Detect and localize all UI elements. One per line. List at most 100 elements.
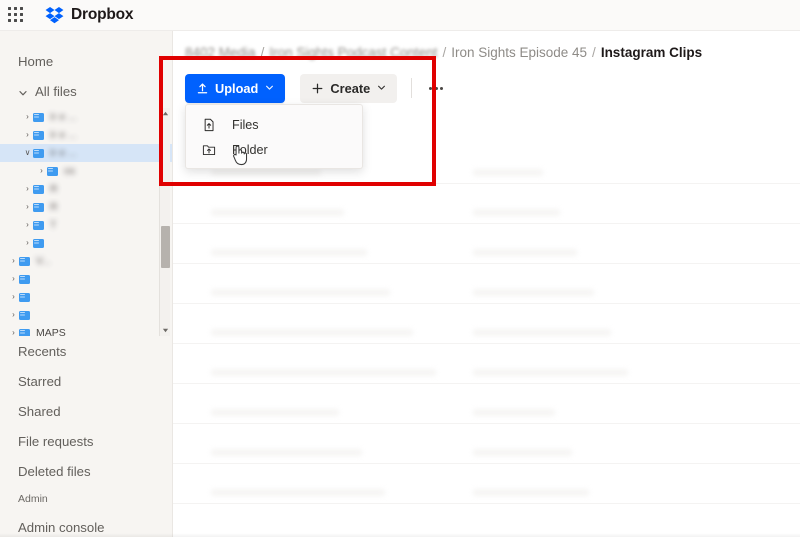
chevron-right-icon[interactable]: › xyxy=(8,275,19,283)
more-options-button[interactable] xyxy=(422,74,450,102)
tree-item-label: os xyxy=(64,165,76,177)
tree-item-label: Ir e ... xyxy=(50,129,77,141)
tree-item[interactable]: › T xyxy=(0,216,172,234)
chevron-right-icon[interactable]: › xyxy=(22,203,33,211)
plus-icon xyxy=(311,82,324,95)
chevron-right-icon[interactable]: › xyxy=(8,311,19,319)
scrollbar-thumb[interactable] xyxy=(161,226,170,268)
file-row-divider xyxy=(173,263,800,264)
sidebar-section-label-admin: Admin xyxy=(18,493,48,505)
tree-item[interactable]: › xyxy=(0,270,172,288)
folder-icon xyxy=(33,202,44,212)
chevron-right-icon[interactable]: › xyxy=(8,293,19,301)
chevron-right-icon[interactable]: › xyxy=(8,329,19,337)
sidebar-item-all-files[interactable]: All files xyxy=(0,76,172,106)
breadcrumb-separator: / xyxy=(442,45,447,60)
upload-arrow-icon xyxy=(196,82,209,95)
dropbox-logo-icon xyxy=(45,6,64,24)
folder-icon xyxy=(33,112,44,122)
folder-icon xyxy=(47,166,58,176)
upload-menu-item-files[interactable]: Files xyxy=(186,112,362,137)
chevron-right-icon[interactable]: › xyxy=(22,185,33,193)
file-name-placeholder xyxy=(211,209,344,216)
tree-item[interactable]: › xyxy=(0,234,172,252)
tree-scrollbar[interactable] xyxy=(159,108,170,336)
file-row-divider xyxy=(173,463,800,464)
chevron-right-icon[interactable]: › xyxy=(22,131,33,139)
ellipsis-icon xyxy=(429,86,444,90)
sidebar-item-file-requests[interactable]: File requests xyxy=(0,426,172,456)
tree-item[interactable]: › R xyxy=(0,180,172,198)
chevron-right-icon[interactable]: › xyxy=(22,239,33,247)
chevron-right-icon[interactable]: › xyxy=(22,221,33,229)
chevron-right-icon[interactable]: › xyxy=(8,257,19,265)
tree-item-label: R xyxy=(50,201,58,213)
folder-icon xyxy=(19,328,30,336)
chevron-down-icon[interactable]: ∨ xyxy=(22,149,33,157)
tree-item[interactable]: › V... xyxy=(0,252,172,270)
sidebar-item-deleted-files[interactable]: Deleted files xyxy=(0,456,172,486)
upload-button[interactable]: Upload xyxy=(185,73,286,103)
file-name-placeholder xyxy=(211,449,362,456)
grid-apps-icon[interactable] xyxy=(8,7,24,23)
folder-icon xyxy=(33,220,44,230)
content-toolbar: Upload Create xyxy=(185,73,450,103)
file-meta-placeholder xyxy=(473,249,577,256)
scroll-up-arrow-icon[interactable] xyxy=(160,108,171,119)
top-bar: Dropbox xyxy=(0,0,800,31)
file-row-divider xyxy=(173,183,800,184)
chevron-down-icon xyxy=(265,83,274,94)
create-button[interactable]: Create xyxy=(300,73,398,103)
sidebar-item-label: All files xyxy=(35,83,77,99)
file-meta-placeholder xyxy=(473,409,555,416)
tree-item[interactable]: › Ir e ... xyxy=(0,108,172,126)
chevron-down-icon xyxy=(18,86,28,96)
file-row-divider xyxy=(173,223,800,224)
file-meta-placeholder xyxy=(473,329,611,336)
sidebar-item-starred[interactable]: Starred xyxy=(0,366,172,396)
upload-menu-item-folder[interactable]: Folder xyxy=(186,137,362,162)
file-row-divider xyxy=(173,503,800,504)
file-meta-placeholder xyxy=(473,369,628,376)
tree-item-label: V... xyxy=(36,255,51,267)
breadcrumb: 8402 Media / Iron Sights Podcast Content / I… xyxy=(185,45,702,60)
tree-item[interactable]: › MAPS xyxy=(0,324,172,336)
breadcrumb-link[interactable]: Iron Sights Episode 45 xyxy=(451,45,587,60)
chevron-right-icon[interactable]: › xyxy=(22,113,33,121)
tree-item-label: R xyxy=(50,183,58,195)
sidebar-item-recents[interactable]: Recents xyxy=(0,336,172,366)
folder-tree: › Ir e ... › Ir e ... ∨ Ir e ... › os › R › R › T xyxy=(0,108,172,336)
sidebar-item-home[interactable]: Home xyxy=(0,46,172,76)
sidebar-admin-nav: Admin console xyxy=(0,512,172,537)
tree-item[interactable]: › R xyxy=(0,198,172,216)
breadcrumb-link[interactable]: Iron Sights Podcast Content xyxy=(269,45,437,60)
folder-upload-icon xyxy=(202,143,217,157)
dropbox-wordmark: Dropbox xyxy=(71,6,134,23)
sidebar-item-label: File requests xyxy=(18,433,94,449)
sidebar-item-admin-console[interactable]: Admin console xyxy=(0,512,172,537)
chevron-right-icon[interactable]: › xyxy=(36,167,47,175)
sidebar-secondary-nav: Recents Starred Shared File requests Deleted… xyxy=(0,336,172,486)
file-meta-placeholder xyxy=(473,209,560,216)
breadcrumb-separator: / xyxy=(260,45,265,60)
dropbox-brand[interactable]: Dropbox xyxy=(45,6,134,24)
sidebar-item-shared[interactable]: Shared xyxy=(0,396,172,426)
file-row-divider xyxy=(173,383,800,384)
folder-icon xyxy=(19,292,30,302)
tree-item[interactable]: › xyxy=(0,306,172,324)
create-button-label: Create xyxy=(330,80,371,96)
tree-item[interactable]: › os xyxy=(0,162,172,180)
folder-icon xyxy=(19,310,30,320)
tree-item[interactable]: › xyxy=(0,288,172,306)
tree-item[interactable]: › Ir e ... xyxy=(0,126,172,144)
file-name-placeholder xyxy=(211,369,436,376)
file-row-divider xyxy=(173,423,800,424)
breadcrumb-link[interactable]: 8402 Media xyxy=(185,45,256,60)
scroll-down-arrow-icon[interactable] xyxy=(160,325,171,336)
sidebar-item-label: Home xyxy=(18,53,54,69)
breadcrumb-current: Instagram Clips xyxy=(600,45,703,60)
tree-item[interactable]: ∨ Ir e ... xyxy=(0,144,172,162)
upload-button-label: Upload xyxy=(215,80,259,96)
file-name-placeholder xyxy=(211,169,321,176)
file-meta-placeholder xyxy=(473,449,572,456)
